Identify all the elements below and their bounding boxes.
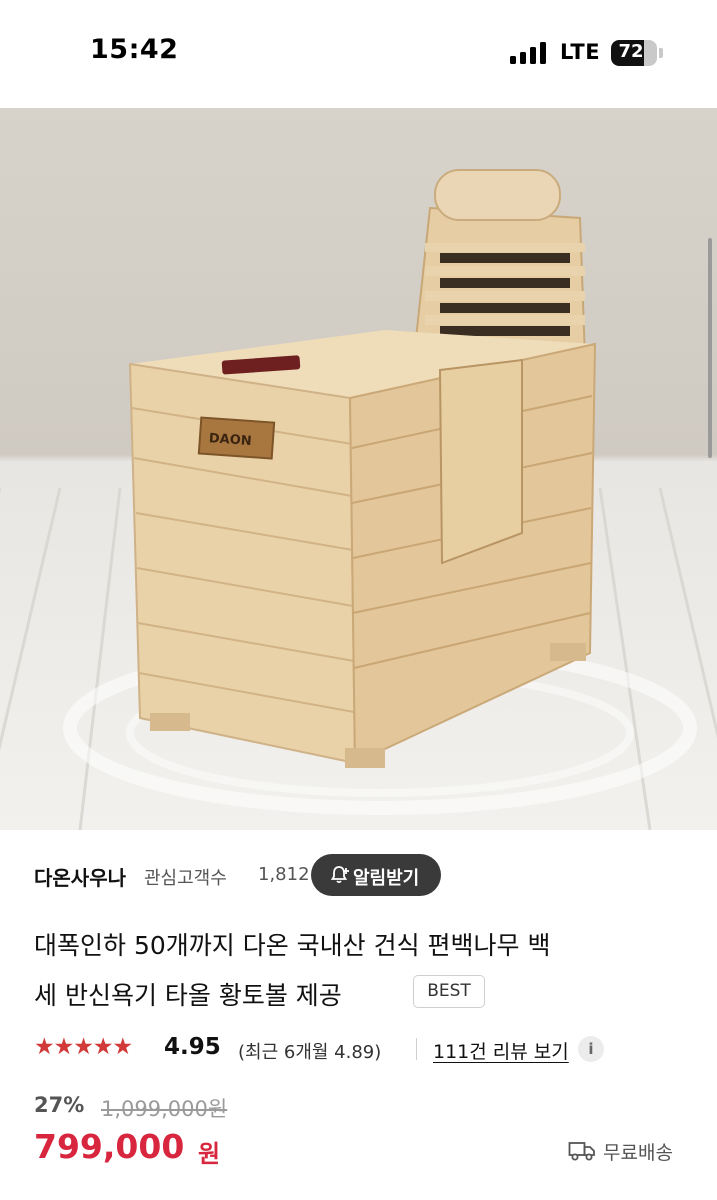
shipping-label: 무료배송 — [603, 1142, 673, 1164]
info-icon[interactable]: i — [578, 1036, 604, 1062]
product-title-line-2: 세 반신욕기 타올 황토볼 제공 — [34, 981, 342, 1010]
status-time: 15:42 — [90, 34, 179, 65]
sale-price-unit: 원 — [198, 1140, 221, 1168]
rating-value: 4.95 — [164, 1034, 221, 1060]
product-photo: DAON — [0, 169, 717, 830]
discount-rate: 27% — [34, 1093, 85, 1117]
rating-row: ★★★★★ 4.95 (최근 6개월 4.89) 111건 리뷰 보기 i — [34, 1032, 694, 1064]
best-badge: BEST — [413, 975, 485, 1008]
bell-plus-icon — [330, 866, 349, 884]
battery-icon: 72 — [611, 40, 657, 66]
network-label: LTE — [560, 40, 601, 64]
sale-price: 799,000 — [34, 1127, 185, 1166]
recent-rating: (최근 6개월 4.89) — [238, 1042, 382, 1063]
product-title-line-1: 대폭인하 50개까지 다온 국내산 건식 편백나무 백 — [34, 931, 551, 960]
battery-level: 72 — [618, 41, 644, 62]
alarm-subscribe-button[interactable]: 알림받기 — [311, 854, 441, 896]
battery-nub — [659, 48, 663, 58]
divider — [416, 1038, 417, 1060]
store-name[interactable]: 다온사우나 — [34, 862, 126, 891]
shipping-info: 무료배송 — [568, 1138, 698, 1164]
product-image[interactable]: DAON — [0, 108, 717, 830]
review-link[interactable]: 111건 리뷰 보기 — [433, 1037, 569, 1064]
image-scrollbar[interactable] — [708, 238, 712, 458]
alarm-button-label: 알림받기 — [353, 868, 420, 889]
signal-icon — [510, 42, 548, 64]
follower-label: 관심고객수 — [144, 868, 227, 889]
star-rating-icons: ★★★★★ — [34, 1034, 133, 1060]
follower-count: 1,812 — [258, 864, 310, 885]
status-bar: 15:42 LTE 72 — [0, 0, 717, 108]
store-row: 다온사우나 관심고객수 1,812 알림받기 — [34, 854, 694, 896]
brand-plate: DAON — [208, 431, 252, 449]
original-price: 1,099,000원 — [101, 1097, 228, 1121]
truck-icon — [568, 1142, 595, 1161]
